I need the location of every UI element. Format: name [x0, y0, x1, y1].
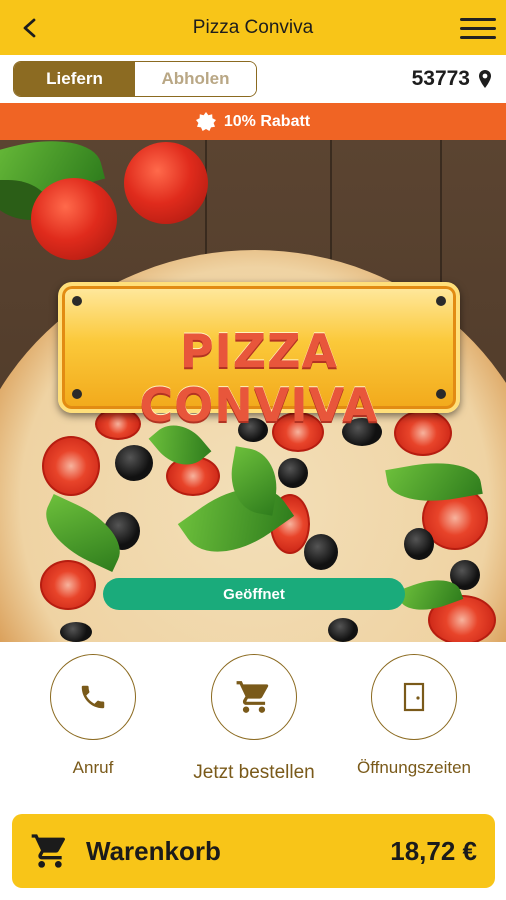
page-title: Pizza Conviva	[192, 16, 314, 38]
opening-hours-label: Öffnungszeiten	[356, 758, 472, 777]
phone-icon	[81, 685, 105, 709]
order-now-label: Jetzt bestellen	[193, 762, 315, 783]
postal-code-selector[interactable]: 53773	[412, 67, 492, 91]
app-header: Pizza Conviva	[0, 0, 506, 55]
order-mode-bar: Liefern Abholen 53773	[0, 55, 506, 103]
order-now-action[interactable]: Jetzt bestellen	[174, 654, 334, 784]
shopping-cart-icon	[31, 834, 66, 868]
cart-button[interactable]: Warenkorb 18,72 €	[12, 814, 495, 888]
order-now-button[interactable]	[211, 654, 297, 740]
cart-label: Warenkorb	[86, 835, 221, 866]
call-action[interactable]: Anruf	[13, 654, 173, 778]
quick-actions: Anruf Jetzt bestellen Öffnungszeiten	[0, 642, 506, 812]
hamburger-menu-icon[interactable]	[460, 12, 496, 44]
postal-code: 53773	[411, 67, 470, 90]
back-arrow-icon[interactable]	[14, 12, 46, 44]
door-icon	[403, 682, 425, 712]
order-mode-toggle: Liefern Abholen	[13, 61, 257, 97]
hero-image: PIZZA CONVIVA Geöffnet	[0, 140, 506, 642]
discount-banner[interactable]: 10% Rabatt	[0, 103, 506, 140]
discount-badge-icon	[195, 111, 216, 131]
call-label: Anruf	[72, 758, 114, 777]
shopping-cart-icon	[236, 681, 269, 713]
deliver-tab[interactable]: Liefern	[14, 62, 135, 96]
call-button[interactable]	[50, 654, 136, 740]
pickup-tab[interactable]: Abholen	[135, 62, 256, 96]
restaurant-logo-text: PIZZA CONVIVA	[139, 324, 379, 432]
opening-hours-action[interactable]: Öffnungszeiten	[334, 654, 494, 778]
discount-label: 10% Rabatt	[223, 112, 311, 130]
open-status-badge: Geöffnet	[103, 578, 405, 610]
opening-hours-button[interactable]	[371, 654, 457, 740]
cart-total: 18,72 €	[390, 835, 477, 866]
restaurant-logo-sign: PIZZA CONVIVA	[58, 282, 460, 432]
location-pin-icon	[479, 70, 491, 88]
